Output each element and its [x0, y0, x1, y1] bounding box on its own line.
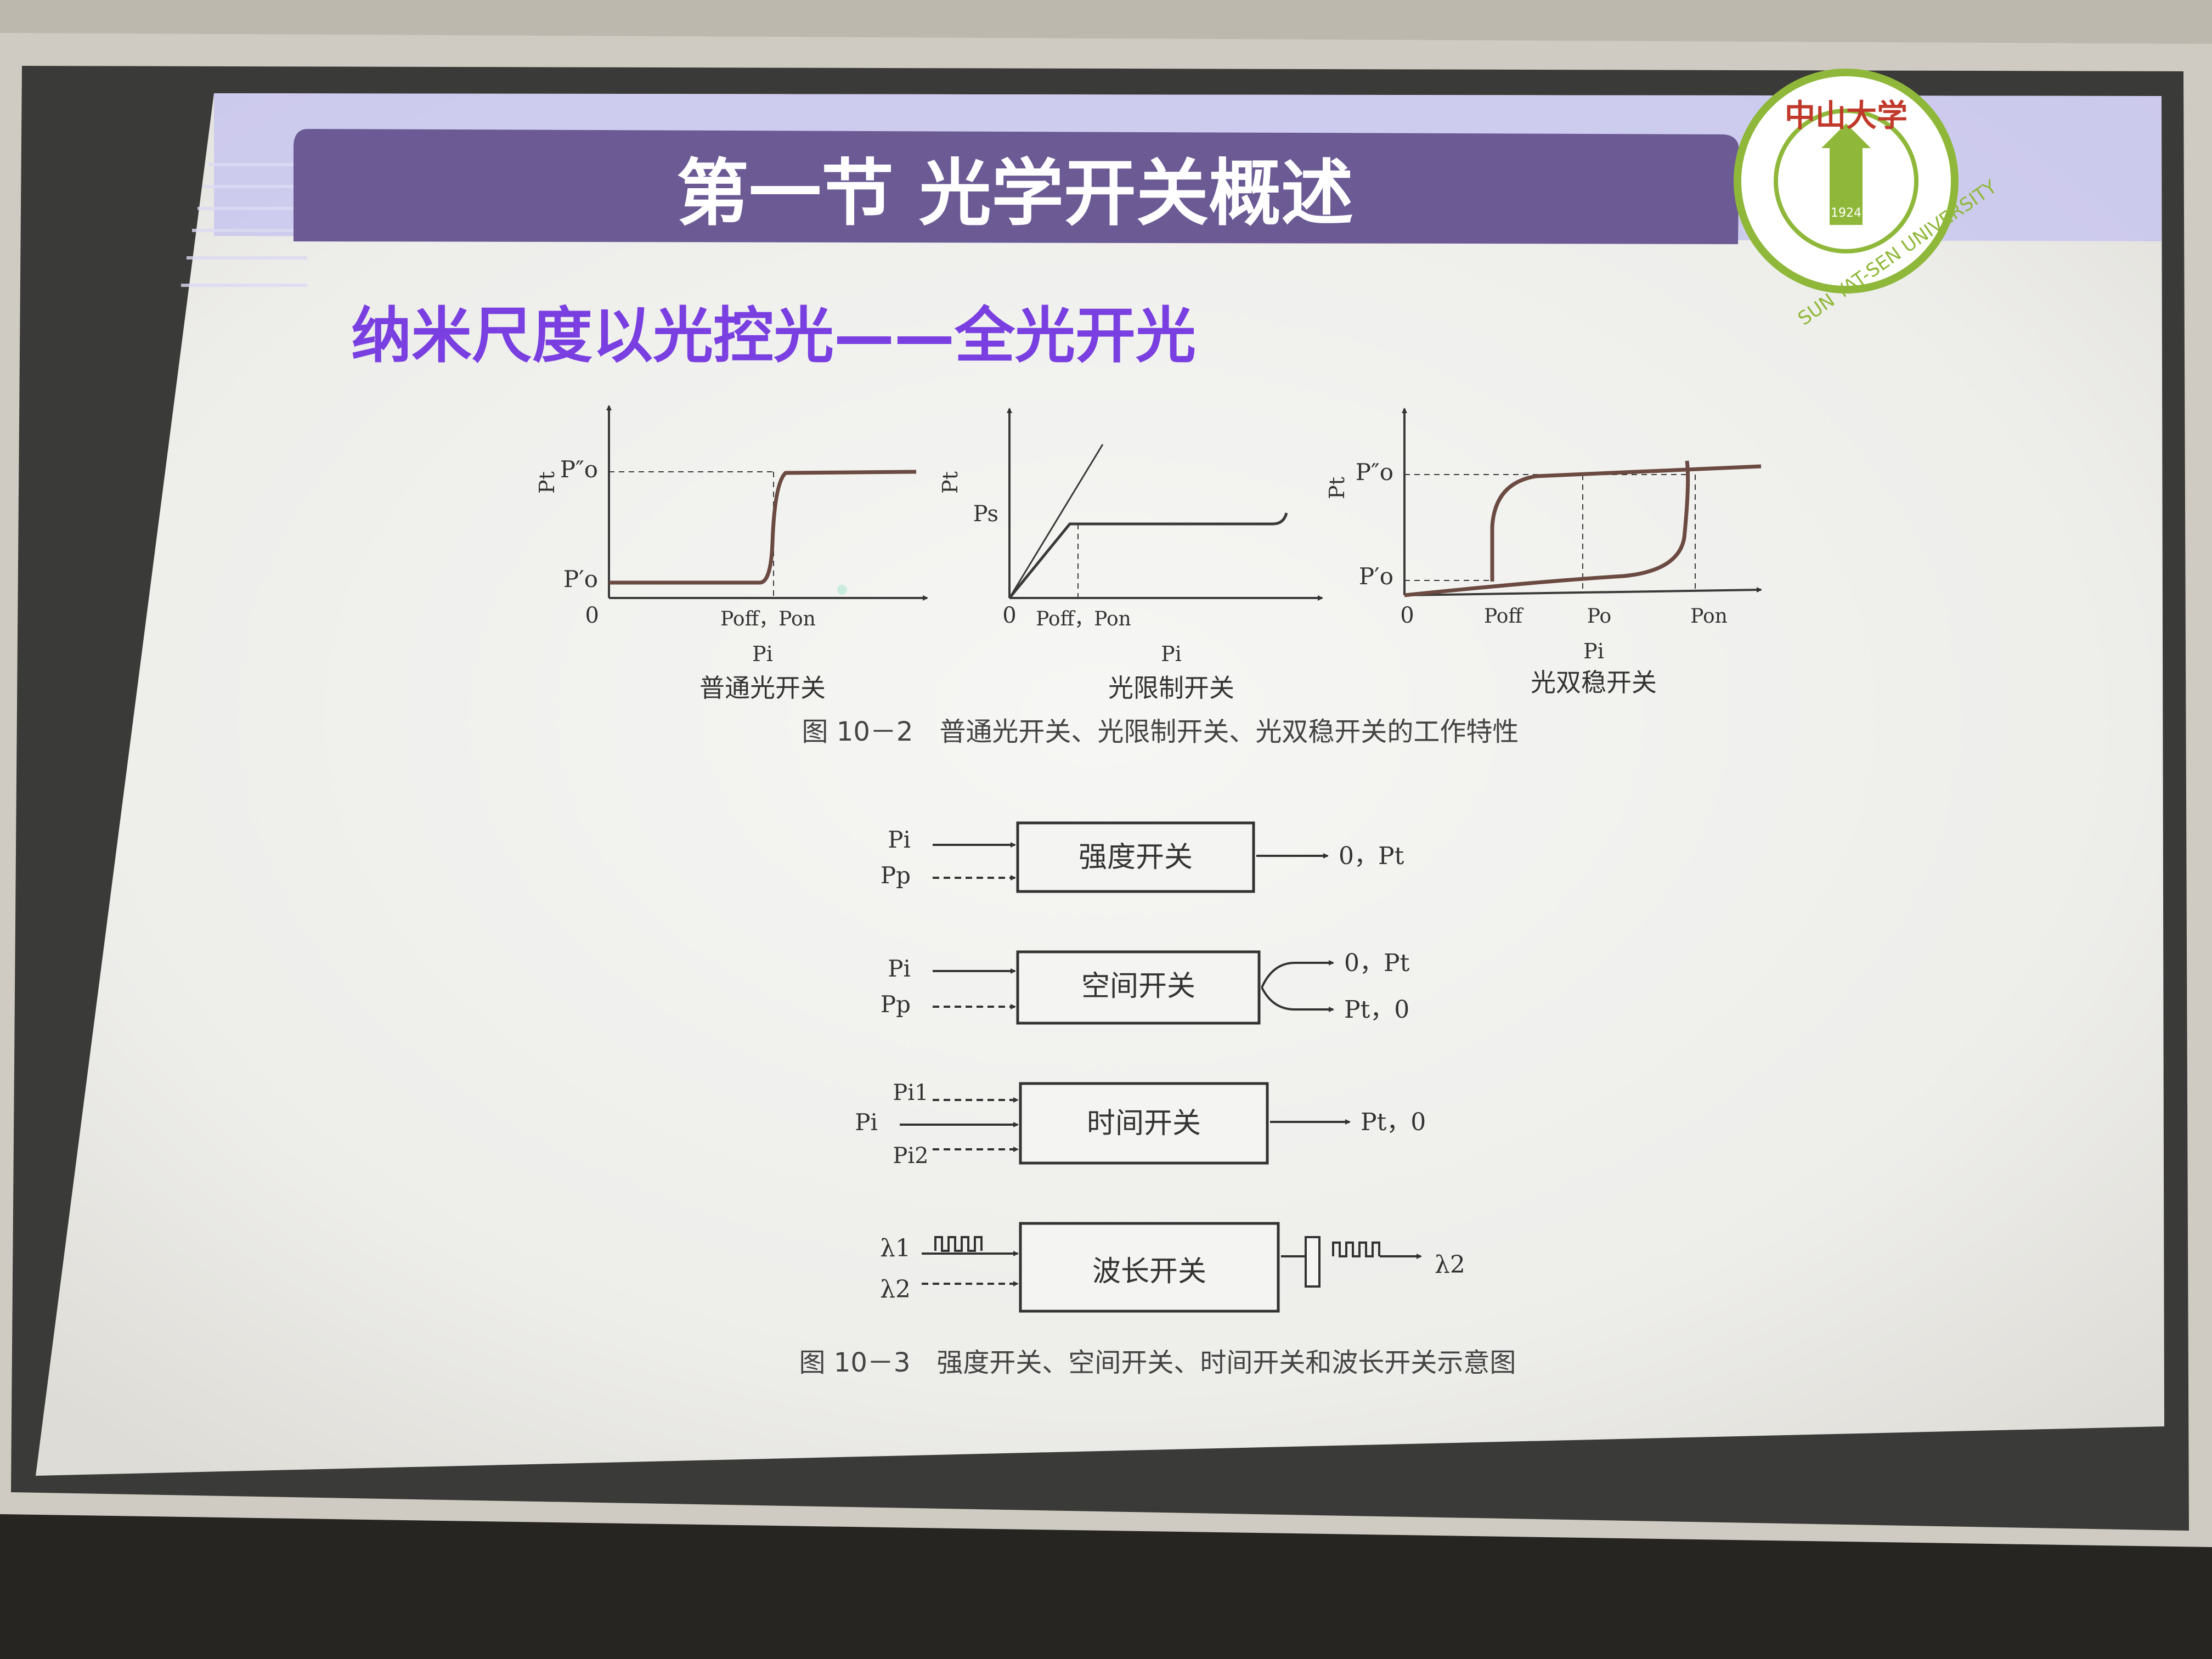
output-label: 0，Pt [1344, 949, 1410, 977]
projector-glint [837, 585, 847, 595]
input-label: Pp [881, 862, 911, 889]
input-label: Pi [888, 826, 911, 853]
graph-name: 光双稳开关 [1531, 668, 1657, 697]
filter [1305, 1236, 1321, 1288]
input-label: Pi1 [893, 1080, 928, 1105]
figure-10-2-caption: 图 10－2 普通光开关、光限制开关、光双稳开关的工作特性 [802, 716, 1519, 747]
label: 0 [585, 603, 599, 628]
output-label: λ2 [1435, 1251, 1465, 1279]
input-label: Pi [888, 955, 911, 982]
y-label: Pt [535, 471, 559, 494]
block-label: 空间开关 [1081, 970, 1195, 1003]
label: Poff [1484, 605, 1523, 628]
y-label: Pt [938, 471, 962, 494]
block-label: 波长开关 [1092, 1255, 1206, 1288]
projected-slide-photo: 第一节 光学开关概述 纳米尺度以光控光——全光开光 中山大学 SUN YAT-S… [0, 0, 2212, 1659]
graph-name: 普通光开关 [699, 673, 826, 703]
x-label: Pi [1161, 642, 1182, 666]
label: Ps [973, 501, 998, 527]
output-label: Pt，0 [1361, 1108, 1426, 1136]
slide-subtitle: 纳米尺度以光控光——全光开光 [351, 301, 1196, 371]
block-label: 时间开关 [1087, 1107, 1201, 1140]
input-label: Pi [855, 1109, 878, 1136]
label: Poff，Pon [1036, 608, 1131, 630]
logo-year: 1924 [1831, 206, 1861, 220]
block-label: 强度开关 [1079, 841, 1193, 874]
label: Pon [1690, 605, 1728, 628]
output-label: 0，Pt [1339, 842, 1404, 870]
logo-text-cn: 中山大学 [1785, 98, 1908, 134]
input-label: λ1 [880, 1234, 911, 1262]
label: P′o [563, 566, 598, 592]
input-label: λ2 [880, 1276, 911, 1304]
y-label: Pt [1325, 477, 1349, 499]
figure-10-3-caption: 图 10－3 强度开关、空间开关、时间开关和波长开关示意图 [799, 1347, 1516, 1378]
label: Po [1587, 605, 1611, 628]
label: P″o [1356, 459, 1393, 486]
input-label: Pp [881, 991, 911, 1018]
label: P′o [1359, 563, 1393, 590]
output-label: Pt，0 [1344, 996, 1409, 1024]
section-title: 第一节 光学开关概述 [676, 151, 1353, 236]
label: 0 [1002, 603, 1016, 628]
graph-name: 光限制开关 [1108, 673, 1234, 703]
x-label: Pi [1583, 639, 1604, 663]
x-label: Pi [752, 642, 773, 666]
input-label: Pi2 [893, 1143, 928, 1169]
label: Poff，Pon [720, 608, 816, 630]
label: P″o [560, 456, 598, 483]
label: 0 [1400, 603, 1414, 628]
